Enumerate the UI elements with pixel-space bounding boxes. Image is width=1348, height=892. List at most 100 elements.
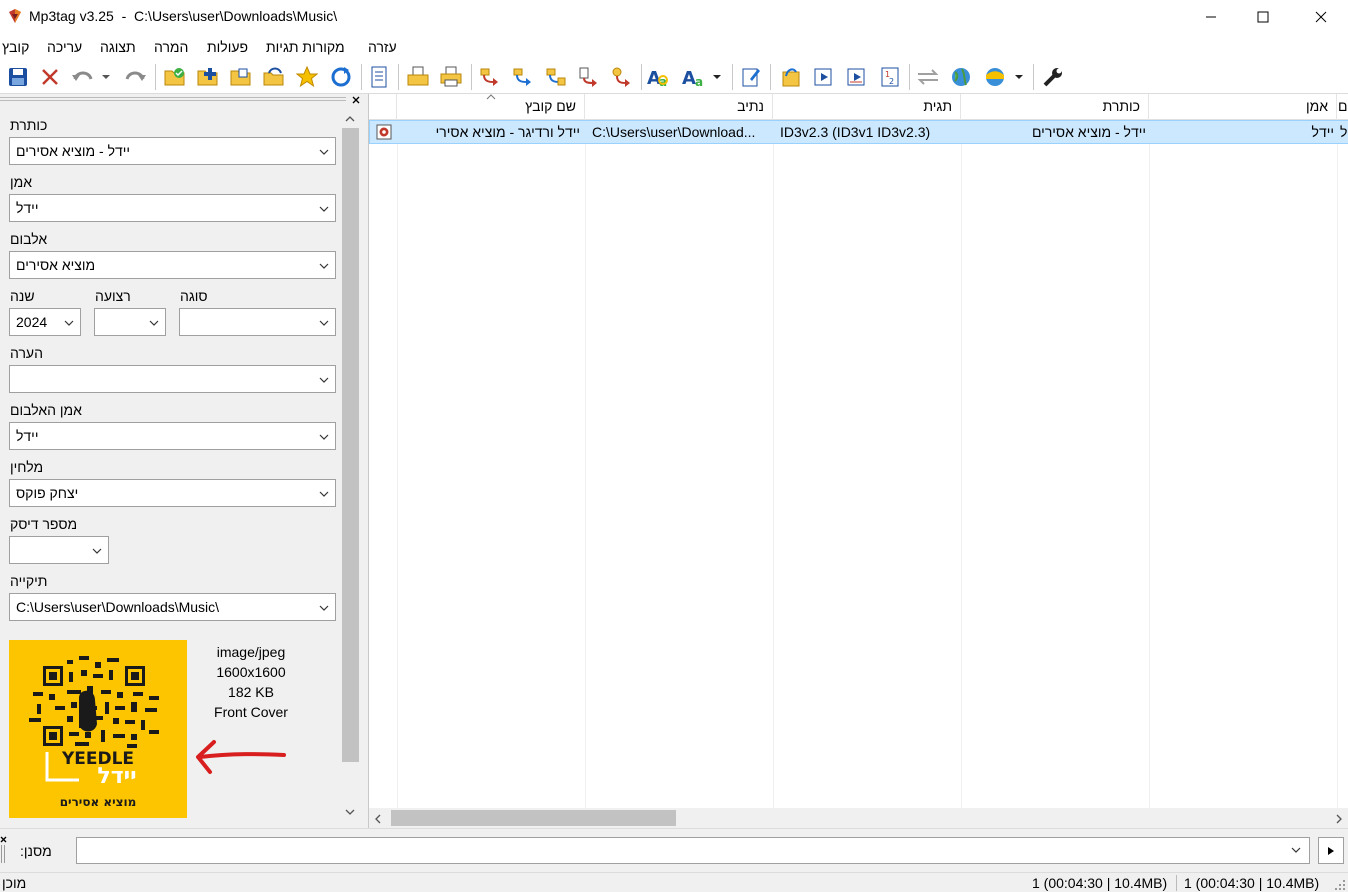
- convert-icon: [917, 69, 939, 85]
- numbering-button[interactable]: 12: [877, 64, 903, 90]
- directory-combo[interactable]: C:\Users\user\Downloads\Music\: [9, 593, 336, 621]
- menu-actions[interactable]: פעולות: [207, 39, 248, 55]
- filter-apply-button[interactable]: [1318, 837, 1344, 864]
- remove-tag-icon: [42, 69, 58, 85]
- filename-filename-button[interactable]: [542, 64, 568, 90]
- wrench-icon: [1043, 68, 1062, 87]
- title-combo[interactable]: יידל - מוציא אסירים: [9, 137, 336, 165]
- tag-sources-button[interactable]: [982, 64, 1008, 90]
- tag-filename-button[interactable]: [476, 64, 502, 90]
- undo-dropdown-button[interactable]: [99, 64, 113, 90]
- disc-combo[interactable]: [9, 536, 109, 564]
- filter-input[interactable]: [76, 837, 1310, 864]
- column-header-album[interactable]: ם: [1337, 94, 1348, 120]
- undo-button[interactable]: [70, 64, 96, 90]
- column-header-path[interactable]: נתיב: [585, 94, 773, 120]
- edit-button[interactable]: [738, 64, 764, 90]
- tag-panel-scroll-thumb[interactable]: [342, 128, 359, 762]
- table-row[interactable]: יידל ורדיגר - מוציא אסירי C:\Users\user\…: [369, 120, 1348, 144]
- file-list-scroll-thumb[interactable]: [391, 810, 676, 826]
- album-artist-combo[interactable]: יידל: [9, 422, 336, 450]
- refresh-folder-button[interactable]: [261, 64, 287, 90]
- composer-combo[interactable]: יצחק פוקס: [9, 479, 336, 507]
- chevron-down-icon: [319, 434, 329, 440]
- minimize-button[interactable]: [1188, 0, 1234, 34]
- cell-path: C:\Users\user\Download...: [592, 124, 756, 140]
- year-combo[interactable]: 2024: [9, 308, 81, 336]
- column-header-artist[interactable]: אמן: [1149, 94, 1337, 120]
- comment-combo[interactable]: [9, 365, 336, 393]
- resize-grip-icon[interactable]: [1334, 879, 1346, 891]
- filename-tag-button[interactable]: [509, 64, 535, 90]
- play-icon: [1328, 846, 1334, 855]
- track-label: רצועה: [95, 288, 131, 304]
- remove-tag-button[interactable]: [37, 64, 63, 90]
- maximize-button[interactable]: [1240, 0, 1286, 34]
- quick-action-button[interactable]: [844, 64, 870, 90]
- file-list: שם קובץ נתיב תגית כותרת אמן ם יידל ורדיג…: [368, 94, 1348, 828]
- playlist-button[interactable]: [778, 64, 804, 90]
- text-file-tag-icon: [579, 67, 597, 87]
- mp3tag-app-icon: [9, 9, 21, 23]
- scroll-up-icon[interactable]: [345, 115, 355, 123]
- menu-view[interactable]: תצוגה: [100, 39, 136, 55]
- chevron-down-icon[interactable]: [1290, 844, 1302, 856]
- chevron-down-icon: [64, 320, 74, 326]
- case-conversion-button[interactable]: Aa: [646, 64, 672, 90]
- case-dropdown-button[interactable]: [710, 64, 724, 90]
- reload-button[interactable]: [328, 64, 354, 90]
- title-label: כותרת: [10, 117, 48, 133]
- album-combo[interactable]: מוציא אסירים: [9, 251, 336, 279]
- print-icon: [440, 66, 462, 87]
- extended-tags-button[interactable]: [366, 64, 392, 90]
- convert-button[interactable]: [915, 64, 941, 90]
- filter-close-icon[interactable]: [0, 836, 7, 843]
- text-file-tag-button[interactable]: [575, 64, 601, 90]
- panel-close-icon[interactable]: [352, 96, 360, 104]
- track-combo[interactable]: [94, 308, 166, 336]
- genre-combo[interactable]: [179, 308, 336, 336]
- tag-tag-icon: [612, 67, 630, 87]
- scroll-right-icon[interactable]: [1335, 814, 1343, 824]
- redo-button[interactable]: [122, 64, 148, 90]
- undo-dropdown-icon: [102, 75, 110, 79]
- add-directory-button[interactable]: [195, 64, 221, 90]
- change-directory-button[interactable]: [162, 64, 188, 90]
- options-button[interactable]: [1040, 64, 1066, 90]
- export-button[interactable]: [405, 64, 431, 90]
- menu-help[interactable]: עזרה: [368, 39, 397, 55]
- auto-numbering-button[interactable]: Aa: [681, 64, 707, 90]
- cover-mime: image/jpeg: [216, 644, 286, 660]
- menu-tag-sources[interactable]: מקורות תגיות: [266, 39, 345, 55]
- file-list-horizontal-scrollbar[interactable]: [369, 808, 1348, 828]
- scroll-down-icon[interactable]: [345, 808, 355, 816]
- file-list-header: שם קובץ נתיב תגית כותרת אמן ם: [369, 94, 1348, 120]
- artist-combo[interactable]: יידל: [9, 194, 336, 222]
- cover-subtitle: מוציא אסירים: [60, 795, 137, 809]
- cover-logo-hebrew: יידל: [97, 764, 136, 789]
- close-button[interactable]: [1298, 0, 1344, 34]
- chevron-down-icon: [319, 149, 329, 155]
- menu-convert[interactable]: המרה: [154, 39, 188, 55]
- numbering-icon: 12: [881, 67, 899, 87]
- tag-tag-button[interactable]: [608, 64, 634, 90]
- menu-file[interactable]: קובץ: [2, 39, 29, 55]
- web-source-button[interactable]: [948, 64, 974, 90]
- menu-edit[interactable]: עריכה: [47, 39, 82, 55]
- cell-title: יידל - מוציא אסירים: [1031, 124, 1146, 140]
- panel-grip: [0, 100, 346, 101]
- favorites-button[interactable]: [294, 64, 320, 90]
- status-total: 1 (00:04:30 | 10.4MB): [1184, 875, 1320, 891]
- column-header-tag[interactable]: תגית: [773, 94, 961, 120]
- album-artist-label: אמן האלבום: [10, 402, 82, 418]
- save-button[interactable]: [5, 64, 31, 90]
- scroll-left-icon[interactable]: [374, 814, 382, 824]
- actions-button[interactable]: [811, 64, 837, 90]
- panel-grip: [0, 97, 346, 98]
- cover-art[interactable]: YEEDLE יידל מוציא אסירים: [9, 640, 187, 818]
- column-header-icon[interactable]: [369, 94, 397, 120]
- open-folder-button[interactable]: [228, 64, 254, 90]
- print-button[interactable]: [438, 64, 464, 90]
- tag-sources-dropdown-button[interactable]: [1012, 64, 1026, 90]
- column-header-title[interactable]: כותרת: [961, 94, 1149, 120]
